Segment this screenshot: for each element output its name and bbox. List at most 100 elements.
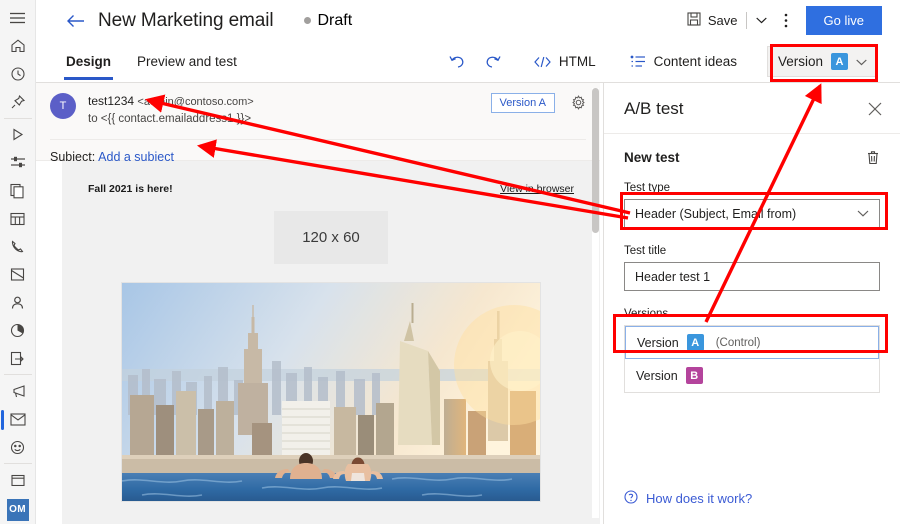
preheader-text: Fall 2021 is here! [88,183,173,195]
segments-icon[interactable] [0,149,36,177]
header-actions: Save Go live [681,6,900,35]
command-bar-actions: HTML Content ideas Version A [440,46,900,77]
gear-icon[interactable] [571,93,586,115]
email-preheader-row: Fall 2021 is here! View in browser [88,183,574,195]
hero-image[interactable] [121,282,541,502]
version-a-label: Version [637,335,679,350]
trash-icon[interactable] [866,150,880,165]
rail-divider-3 [3,463,32,465]
test-type-value: Header (Subject, Email from) [635,206,797,221]
save-button[interactable]: Save [681,7,744,34]
email-version-chip[interactable]: Version A [490,93,555,113]
test-title-input[interactable]: Header test 1 [624,262,880,291]
content-blocks-icon[interactable] [0,177,36,205]
version-b-label: Version [636,368,678,383]
save-label: Save [707,13,738,28]
logo-placeholder[interactable]: 120 x 60 [274,211,388,264]
how-does-it-work-label: How does it work? [646,491,753,506]
version-badge-b: B [685,367,703,384]
how-does-it-work-link[interactable]: How does it work? [624,490,752,507]
calendar-icon[interactable] [0,466,36,494]
chevron-down-icon [857,210,869,217]
test-title-value: Header test 1 [635,269,711,284]
status-badge: Draft [303,11,353,30]
user-avatar[interactable]: OM [0,496,36,524]
view-in-browser-link[interactable]: View in browser [500,183,574,195]
go-live-button[interactable]: Go live [805,6,882,35]
avatar-initials: OM [6,498,29,521]
version-selector-label: Version [777,54,823,69]
editor-scrollbar-thumb[interactable] [592,88,599,233]
home-icon[interactable] [0,32,36,60]
pin-icon[interactable] [0,88,36,116]
new-test-title: New test [624,150,680,165]
header-divider [745,12,747,29]
outbound-megaphone-icon[interactable] [0,377,36,405]
status-text: Draft [317,11,353,29]
tab-preview-and-test[interactable]: Preview and test [135,41,239,83]
email-subject-row: Subject: Add a subject [50,138,586,164]
email-from-line: test1234 <admin@contoso.com> [88,93,254,111]
panel-body: New test Test type Header (Subject, Emai… [604,134,900,393]
code-icon [534,56,551,68]
save-options-caret-icon[interactable] [749,13,774,28]
status-dot-icon [303,17,311,24]
rail-divider-2 [3,374,32,376]
email-canvas[interactable]: Fall 2021 is here! View in browser 120 x… [62,161,600,524]
test-type-label: Test type [624,182,671,194]
help-circle-icon [624,490,638,507]
email-from-row: T test1234 <admin@contoso.com> to <{{ co… [50,93,586,128]
html-button[interactable]: HTML [524,49,606,74]
contacts-person-icon[interactable] [0,288,36,316]
undo-icon[interactable] [440,49,475,74]
customer-journeys-icon[interactable] [0,121,36,149]
events-calendar-icon[interactable] [0,205,36,233]
email-canvas-content: Fall 2021 is here! View in browser 120 x… [62,161,600,502]
version-badge-a: A [686,334,704,351]
recent-clock-icon[interactable] [0,60,36,88]
version-row-a[interactable]: Version A (Control) [625,326,879,359]
version-badge-a: A [831,53,848,70]
versions-label: Versions [624,308,669,320]
sidebar-item-marketing-emails[interactable] [0,405,36,433]
hamburger-menu-icon[interactable] [0,4,36,32]
email-editor: T test1234 <admin@contoso.com> to <{{ co… [36,83,600,524]
sender-address: <admin@contoso.com> [137,96,254,108]
command-bar: Design Preview and test HTML Content ide… [36,41,900,83]
save-icon [687,12,701,29]
content-ideas-icon [630,55,646,68]
version-row-b[interactable]: Version B [625,359,879,392]
page-header: New Marketing email Draft Save Go live [36,0,900,41]
redo-icon[interactable] [475,49,510,74]
content-ideas-button[interactable]: Content ideas [620,49,747,74]
panel-header: A/B test [604,83,900,134]
close-icon[interactable] [868,102,882,116]
version-a-note: (Control) [715,336,761,349]
email-to-line: to <{{ contact.emailaddress1 }}> [88,112,252,125]
content-ideas-label: Content ideas [653,54,737,69]
templates-icon[interactable] [0,344,36,372]
email-from-block: test1234 <admin@contoso.com> to <{{ cont… [88,93,254,128]
left-navigation-rail: OM [0,0,36,524]
back-arrow-icon[interactable] [64,10,86,32]
social-posts-icon[interactable] [0,433,36,461]
hero-image-graphic [122,283,540,501]
version-selector-button[interactable]: Version A [766,46,878,77]
analytics-pie-icon[interactable] [0,316,36,344]
panel-title: A/B test [624,99,684,118]
app-root: OM New Marketing email Draft Save Go liv… [0,0,900,524]
test-title-label: Test title [624,245,667,257]
ab-test-panel: A/B test New test Test type Header (Subj… [603,83,900,524]
sender-avatar: T [50,93,76,119]
new-test-row: New test [624,150,880,165]
html-label: HTML [558,54,596,69]
email-header-section: T test1234 <admin@contoso.com> to <{{ co… [36,83,600,164]
more-commands-icon[interactable] [774,9,798,32]
phone-icon[interactable] [0,233,36,261]
tab-design[interactable]: Design [64,41,114,83]
test-type-select[interactable]: Header (Subject, Email from) [624,199,880,228]
marketing-forms-icon[interactable] [0,261,36,289]
rail-divider [3,117,32,119]
sender-name: test1234 [88,94,135,108]
versions-list: Version A (Control) Version B [624,325,880,393]
